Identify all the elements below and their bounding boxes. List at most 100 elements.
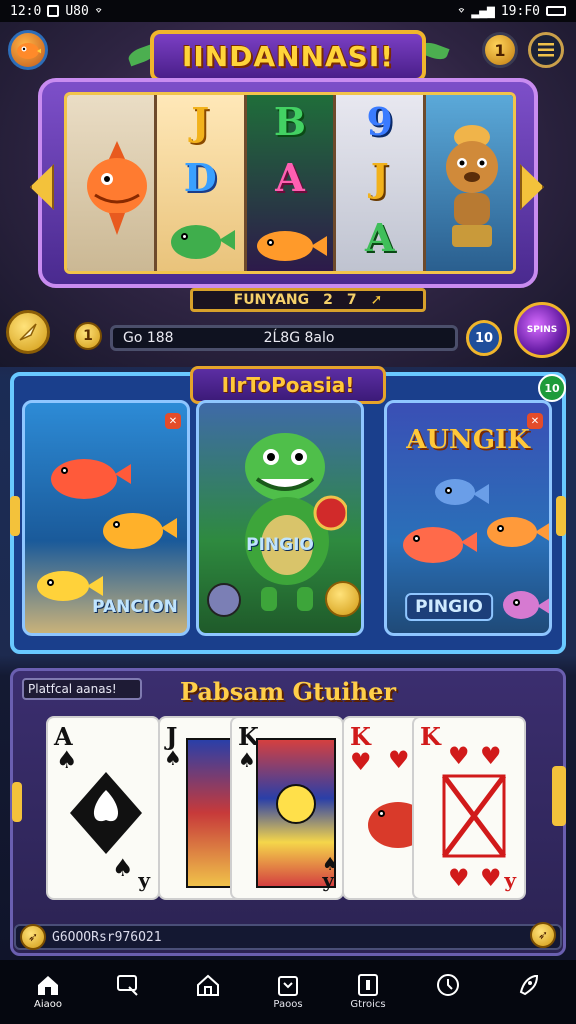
bird-icon	[17, 43, 41, 59]
nav-rocket[interactable]	[498, 972, 558, 1012]
heart-icon: ♥	[480, 864, 502, 892]
battery-icon	[546, 6, 566, 16]
reel-4: 9 J A	[336, 95, 427, 271]
balance-right: 2Ĺ8G 8alo	[263, 330, 335, 346]
reel-symbol-j: J	[370, 155, 389, 200]
coin-icon	[325, 581, 361, 617]
spin-button[interactable]: SPINS	[514, 302, 570, 358]
game-screen: 12:0 U80 ⌔ ⌔ ▂▄▆ 19:F0 1 IINDANNASI! J D…	[0, 0, 576, 1024]
menu-button[interactable]	[528, 32, 564, 68]
win-extra: 7	[346, 292, 357, 308]
nav-house[interactable]	[178, 973, 238, 1011]
game-card-headline: AUNGIK	[406, 425, 530, 455]
home-icon	[38, 976, 58, 995]
feather-icon	[19, 323, 37, 341]
nav-cards[interactable]: Gtroics	[338, 973, 398, 1011]
reel-symbol-9: 9	[366, 99, 394, 144]
game-card-label: PINGIO	[405, 593, 493, 621]
fish-icon	[256, 231, 327, 261]
heart-icon: ♥	[480, 742, 502, 770]
nav-label: Gtroics	[350, 999, 386, 1010]
game-card-2[interactable]: PINGIO	[196, 400, 364, 636]
game-card-3[interactable]: ✕ AUNGIK PINGIO	[384, 400, 552, 636]
game-card-label: PINGIO	[246, 535, 314, 555]
reels: J D B A 9 J A	[64, 92, 516, 274]
wifi-signal-icon: ⌔	[457, 3, 466, 19]
reel-1	[67, 95, 157, 271]
wifi-icon: ⌔	[94, 3, 103, 19]
king-face-icon	[276, 784, 316, 824]
playing-card-3[interactable]: K ♠ ♠ y	[230, 716, 344, 900]
coin-level[interactable]: 1	[74, 322, 102, 350]
fish-icon	[503, 591, 549, 619]
badge-count: 1	[494, 40, 506, 60]
search-icon	[117, 975, 138, 996]
win-display: FUNYANG 2 7 ➚	[190, 288, 426, 312]
heart-icon: ♥	[448, 742, 470, 770]
nav-label: Aiaoo	[34, 999, 62, 1010]
status-carrier: U80	[65, 3, 89, 19]
status-right-text: 19:F0	[500, 3, 540, 19]
poker-tag: Platfcal aanas!	[22, 678, 142, 700]
playing-card-5[interactable]: K ♥ ♥ ♥ ♥ y	[412, 716, 526, 900]
heart-icon: ♥	[448, 864, 470, 892]
reel-symbol-b: B	[273, 99, 307, 144]
bear-chef-icon	[432, 117, 512, 257]
featured-badge[interactable]: 10	[538, 374, 566, 402]
card-flag-icon: ✕	[165, 413, 181, 429]
spade-icon: ♠	[112, 854, 134, 882]
fish-icon	[403, 527, 477, 563]
playing-card-1[interactable]: A ♠ ♠ y	[46, 716, 160, 900]
poker-footer-text: G6OOORsr976O21	[52, 929, 162, 945]
game-card-1[interactable]: ✕ PANCION	[22, 400, 190, 636]
nav-clock[interactable]	[418, 972, 478, 1012]
win-value: 2	[323, 292, 333, 308]
reel-symbol-a: A	[365, 215, 395, 260]
reel-symbol-j: J	[191, 99, 210, 144]
hamburger-icon	[538, 43, 554, 57]
balance-bar: Go 188 2Ĺ8G 8alo	[110, 325, 458, 351]
coin-button[interactable]	[6, 310, 50, 354]
profile-avatar[interactable]	[8, 30, 48, 70]
fish-icon	[37, 571, 103, 601]
clock-icon	[437, 974, 459, 996]
gift-icon	[278, 976, 298, 996]
bet-button[interactable]: 10	[466, 320, 502, 356]
coins-button[interactable]: 1	[482, 32, 518, 68]
frog-icon	[170, 225, 235, 259]
spade-ornament-icon	[70, 772, 142, 854]
slot-machine-frame: J D B A 9 J A	[38, 78, 538, 288]
diamond-pattern-icon	[442, 774, 506, 858]
win-label: FUNYANG	[233, 292, 310, 308]
signal-icon: ▂▄▆	[471, 3, 495, 19]
footer-coin-left[interactable]: ➶	[20, 924, 46, 950]
heart-icon: ♥	[388, 746, 410, 774]
fish-icon	[51, 459, 131, 499]
notification-icon	[47, 5, 60, 17]
heart-icon: ♥	[350, 748, 372, 776]
nav-search[interactable]	[98, 973, 158, 1011]
nav-home[interactable]: Aiaoo	[18, 973, 78, 1011]
poker-right-tab[interactable]	[552, 766, 566, 826]
featured-title: IIrToPoasia!	[190, 366, 386, 404]
ghost-icon	[207, 583, 241, 617]
card-icon	[358, 974, 378, 996]
house-icon	[197, 974, 219, 996]
reel-symbol-d: D	[183, 155, 217, 200]
reel-2: J D	[156, 95, 247, 271]
status-time: 12:0	[10, 3, 42, 19]
spade-icon: ♠	[164, 746, 182, 770]
game-card-label: PANCION	[92, 597, 178, 617]
right-scroll-tab[interactable]	[556, 496, 566, 536]
reel-5	[426, 95, 513, 271]
footer-coin-right[interactable]: ➶	[530, 922, 556, 948]
card-foot: y	[138, 868, 150, 892]
rocket-icon	[519, 975, 539, 996]
nav-label: Paoos	[273, 999, 303, 1010]
left-scroll-tab[interactable]	[10, 496, 20, 536]
poker-left-tab[interactable]	[12, 782, 22, 822]
nav-gift[interactable]: Paoos	[258, 973, 318, 1011]
fish-dragon-icon	[79, 131, 155, 241]
reel-3: B A	[246, 95, 337, 271]
fish-icon	[103, 513, 177, 549]
